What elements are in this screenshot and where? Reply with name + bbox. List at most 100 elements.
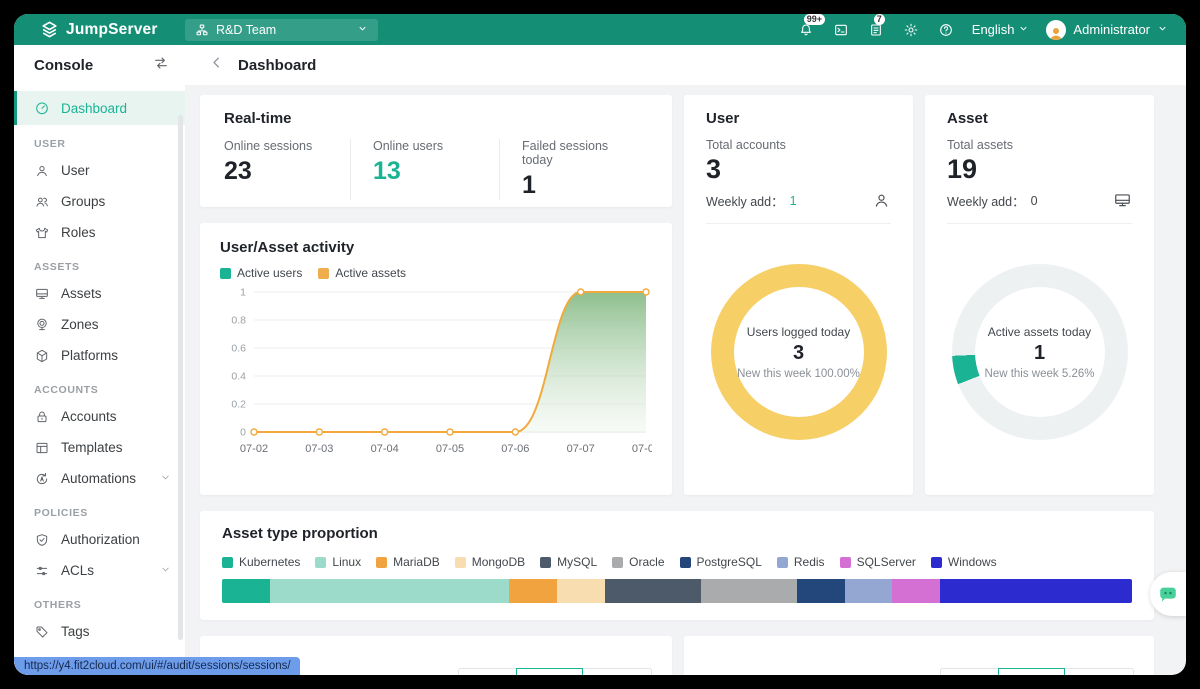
groups-icon xyxy=(34,194,50,210)
tab-weekly[interactable]: Weekly xyxy=(516,668,583,675)
sidebar-item-dashboard[interactable]: Dashboard xyxy=(14,91,185,125)
chat-bubble-icon xyxy=(1157,583,1179,605)
sidebar-menu: DashboardUSERUserGroupsRolesASSETSAssets… xyxy=(14,85,185,675)
sidebar-item-tags[interactable]: Tags xyxy=(14,616,185,647)
user-card-title: User xyxy=(706,110,891,127)
notifications-button[interactable]: 99+ xyxy=(797,21,815,39)
legend-linux[interactable]: Linux xyxy=(315,555,361,569)
sidebar-item-label: Zones xyxy=(61,317,99,332)
svg-text:0.6: 0.6 xyxy=(231,343,246,355)
legend-active-assets[interactable]: Active assets xyxy=(318,266,406,280)
sidebar-collapse-button[interactable] xyxy=(153,55,169,76)
sidebar-scrollbar[interactable] xyxy=(178,115,183,640)
tasks-button[interactable]: 7 xyxy=(867,21,885,39)
sidebar-section-assets: ASSETS xyxy=(14,248,185,278)
sidebar-item-automations[interactable]: Automations xyxy=(14,463,185,494)
tab-weekly[interactable]: Weekly xyxy=(998,668,1065,675)
bar-segment-mariadb xyxy=(509,579,557,603)
automations-icon xyxy=(34,471,50,487)
roles-icon xyxy=(34,225,50,241)
user-donut-chart: Users logged today 3 New this week 100.0… xyxy=(711,264,887,440)
org-selector[interactable]: R&D Team xyxy=(185,19,378,41)
main-area: Dashboard Real-time Online sessions 23 xyxy=(185,45,1186,675)
sidebar-section-accounts: ACCOUNTS xyxy=(14,371,185,401)
activity-card: User/Asset activity Active usersActive a… xyxy=(200,223,672,495)
legend-swatch xyxy=(540,557,551,568)
user-card: User Total accounts 3 Weekly add： 1 xyxy=(684,95,913,495)
sidebar-item-label: Tags xyxy=(61,624,90,639)
language-selector[interactable]: English xyxy=(972,22,1030,37)
accounts-icon xyxy=(34,409,50,425)
sidebar-item-acls[interactable]: ACLs xyxy=(14,555,185,586)
page-title: Dashboard xyxy=(238,57,316,74)
svg-text:0.8: 0.8 xyxy=(231,315,246,327)
sidebar-item-zones[interactable]: Zones xyxy=(14,309,185,340)
svg-text:07-08: 07-08 xyxy=(632,443,652,455)
tab-today[interactable]: Today xyxy=(458,668,517,675)
stat-online-users: Online users 13 xyxy=(350,139,499,200)
legend-mongodb[interactable]: MongoDB xyxy=(455,555,525,569)
chevron-down-icon xyxy=(160,563,171,578)
bar-segment-mongodb xyxy=(557,579,605,603)
sidebar-item-assets[interactable]: Assets xyxy=(14,278,185,309)
sidebar-item-templates[interactable]: Templates xyxy=(14,432,185,463)
brand-name: JumpServer xyxy=(66,21,158,39)
legend-swatch xyxy=(777,557,788,568)
topbar-actions: 99+ 7 English Admi xyxy=(797,20,1186,40)
stat-failed-sessions: Failed sessions today 1 xyxy=(499,139,648,200)
legend-kubernetes[interactable]: Kubernetes xyxy=(222,555,300,569)
svg-text:1: 1 xyxy=(240,287,246,299)
chevron-down-icon xyxy=(1157,22,1168,37)
legend-redis[interactable]: Redis xyxy=(777,555,825,569)
sidebar: Console DashboardUSERUserGroupsRolesASSE… xyxy=(14,45,185,675)
language-label: English xyxy=(972,22,1015,37)
legend-mariadb[interactable]: MariaDB xyxy=(376,555,440,569)
stat-value: 13 xyxy=(373,157,491,186)
sidebar-item-roles[interactable]: Roles xyxy=(14,217,185,248)
bar-segment-windows xyxy=(940,579,1132,603)
stat-value: 1 xyxy=(522,171,640,200)
terminal-icon xyxy=(833,22,849,38)
tab-monthly[interactable]: Monthly xyxy=(582,668,652,675)
legend-active-users[interactable]: Active users xyxy=(220,266,302,280)
back-button[interactable] xyxy=(209,55,224,75)
settings-button[interactable] xyxy=(902,21,920,39)
sidebar-item-authorization[interactable]: Authorization xyxy=(14,524,185,555)
topbar: JumpServer R&D Team 99+ 7 xyxy=(14,14,1186,45)
legend-oracle[interactable]: Oracle xyxy=(612,555,664,569)
sidebar-item-label: Platforms xyxy=(61,348,118,363)
sidebar-item-user[interactable]: User xyxy=(14,155,185,186)
sidebar-item-platforms[interactable]: Platforms xyxy=(14,340,185,371)
tab-today[interactable]: Today xyxy=(940,668,999,675)
main-header: Dashboard xyxy=(185,45,1186,85)
legend-mysql[interactable]: MySQL xyxy=(540,555,597,569)
bar-segment-sqlserver xyxy=(892,579,940,603)
chat-assistant-button[interactable] xyxy=(1150,572,1186,616)
svg-text:07-06: 07-06 xyxy=(501,443,529,455)
sidebar-item-label: Assets xyxy=(61,286,102,301)
monitor-icon xyxy=(1113,191,1132,210)
sidebar-item-accounts[interactable]: Accounts xyxy=(14,401,185,432)
legend-swatch xyxy=(315,557,326,568)
sidebar-item-groups[interactable]: Groups xyxy=(14,186,185,217)
legend-windows[interactable]: Windows xyxy=(931,555,997,569)
legend-postgresql[interactable]: PostgreSQL xyxy=(680,555,762,569)
avatar xyxy=(1046,20,1066,40)
svg-text:0: 0 xyxy=(240,427,246,439)
tab-monthly[interactable]: Monthly xyxy=(1064,668,1134,675)
legend-swatch xyxy=(840,557,851,568)
proportion-card: Asset type proportion KubernetesLinuxMar… xyxy=(200,511,1154,620)
web-terminal-button[interactable] xyxy=(832,21,850,39)
user-menu[interactable]: Administrator xyxy=(1046,20,1168,40)
weekly-add-value: 1 xyxy=(790,194,797,208)
legend-sqlserver[interactable]: SQLServer xyxy=(840,555,916,569)
help-button[interactable] xyxy=(937,21,955,39)
proportion-bar-chart xyxy=(222,579,1132,603)
user-icon xyxy=(34,163,50,179)
svg-text:07-04: 07-04 xyxy=(371,443,399,455)
sidebar-item-label: Roles xyxy=(61,225,96,240)
bar-segment-linux xyxy=(270,579,509,603)
legend-swatch xyxy=(318,268,329,279)
logo[interactable]: JumpServer xyxy=(14,20,185,39)
asset-card-title: Asset xyxy=(947,110,1132,127)
